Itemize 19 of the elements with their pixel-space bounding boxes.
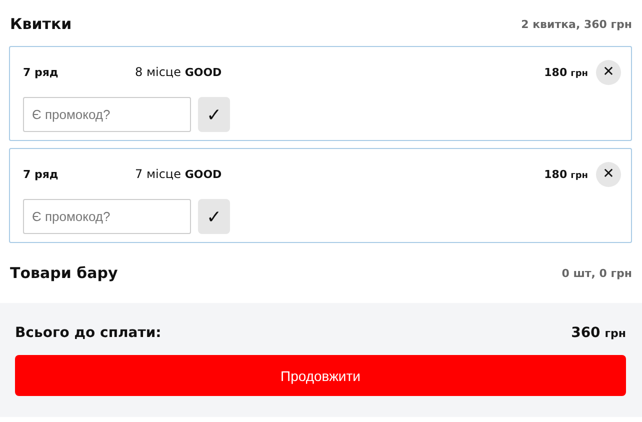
section-summary: 2 квитка, 360 грн [521, 18, 632, 30]
apply-button[interactable]: ✓ [198, 97, 230, 132]
remove-button[interactable]: ✕ [596, 60, 621, 84]
section-summary: 0 шт, 0 грн [562, 266, 632, 280]
continue-button[interactable]: Продовжити [15, 355, 626, 396]
row-label: 7 ряд [23, 66, 60, 78]
total-amount: 360 грн [571, 325, 626, 341]
promo-input-field[interactable]: Є промокод? [23, 199, 191, 234]
apply-button[interactable]: ✓ [198, 199, 230, 234]
total-label: Всього до сплати: [15, 325, 162, 341]
seat-label: 7 місце GOOD [135, 167, 223, 181]
promo-input-field[interactable]: Є промокод? [23, 97, 191, 132]
remove-button[interactable]: ✕ [596, 162, 621, 186]
row-label: 7 ряд [23, 168, 60, 180]
ticket-price: 180 грн [544, 66, 588, 78]
ticket-price: 180 грн [544, 168, 588, 180]
section-title: Квитки [10, 15, 72, 33]
seat-label: 8 місце GOOD [135, 65, 223, 79]
section-title: Товари бару [10, 264, 118, 282]
